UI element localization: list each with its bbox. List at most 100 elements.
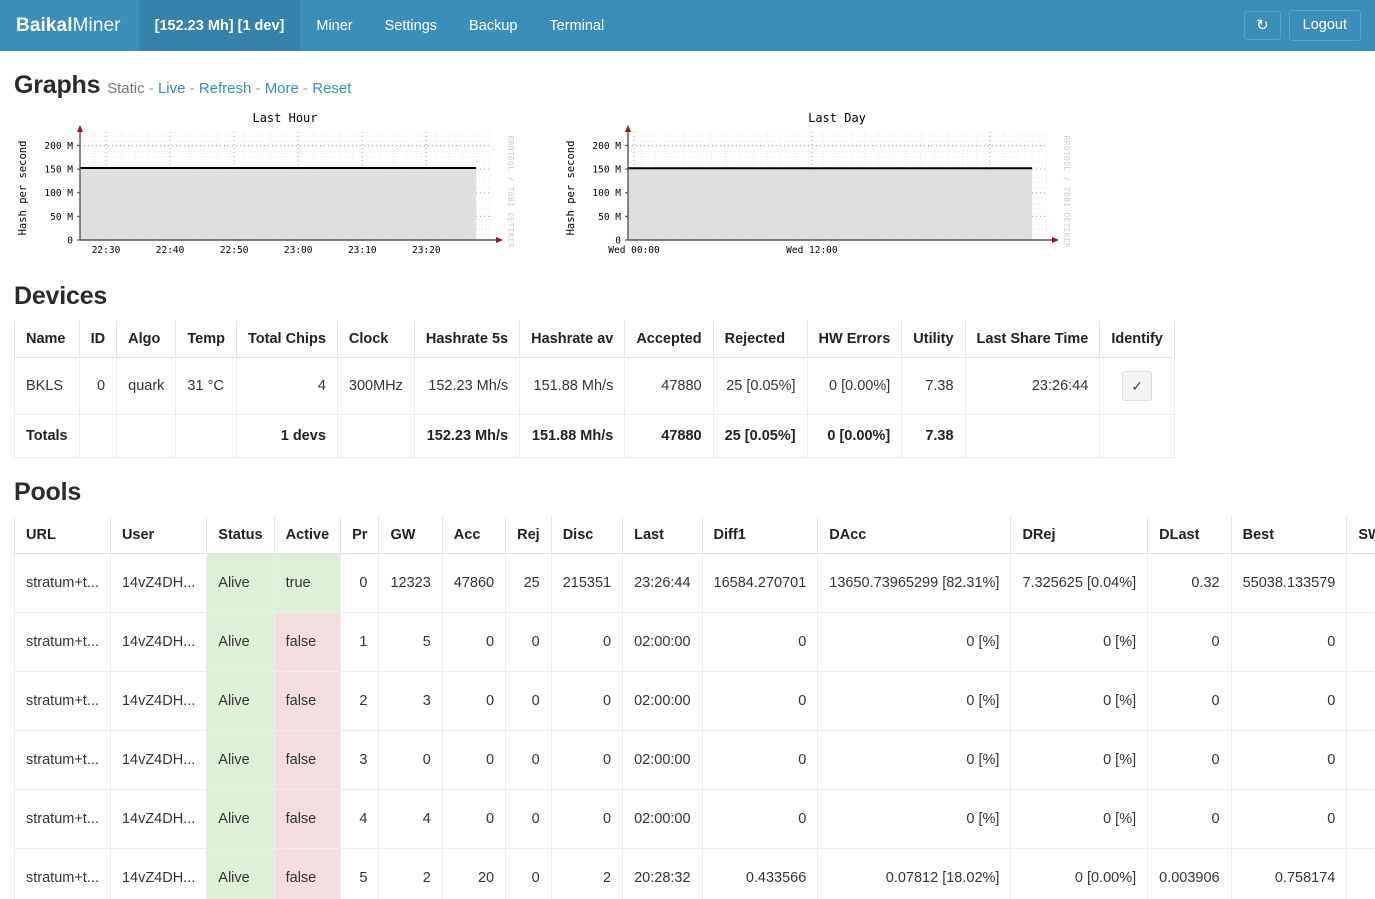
device-last-share-time: 23:26:44 bbox=[964, 357, 1101, 415]
devices-col-accepted: Accepted bbox=[624, 321, 714, 358]
graphs-link-refresh[interactable]: Refresh bbox=[199, 80, 252, 97]
pool-url: stratum+t... bbox=[14, 789, 111, 849]
pools-col-pr: Pr bbox=[340, 517, 380, 554]
nav-item-hashrate[interactable]: [152.23 Mh] [1 dev] bbox=[138, 0, 301, 51]
pools-heading: Pools bbox=[14, 478, 82, 506]
logout-button[interactable]: Logout bbox=[1288, 10, 1361, 41]
svg-text:RRDTOOL / TOBI OETIKER: RRDTOOL / TOBI OETIKER bbox=[506, 136, 514, 249]
pool-disc: 2 bbox=[550, 848, 624, 899]
pools-col-user: User bbox=[109, 517, 208, 554]
pools-table-body: stratum+t... 14vZ4DH... Alive true 0 12323 478… bbox=[14, 553, 1375, 899]
pool-last: 02:00:00 bbox=[622, 730, 703, 790]
svg-text:0: 0 bbox=[67, 236, 73, 247]
refresh-icon[interactable]: ↻ bbox=[1244, 11, 1281, 40]
totals-temp bbox=[175, 414, 238, 458]
graphs-links: Static - Live - Refresh - More - Reset bbox=[107, 80, 351, 97]
pool-url: stratum+t... bbox=[14, 612, 111, 672]
nav-right-actions: ↻ Logout bbox=[1244, 0, 1375, 51]
sep-1: - bbox=[148, 80, 154, 97]
table-row: stratum+t... 14vZ4DH... Alive true 0 12323 478… bbox=[14, 553, 1375, 613]
pools-col-drej: DRej bbox=[1010, 517, 1149, 554]
svg-text:22:30: 22:30 bbox=[92, 245, 121, 256]
devices-col-temp: Temp bbox=[175, 321, 238, 358]
pool-switch-cell: ✓ bbox=[1346, 730, 1375, 790]
pool-active: false bbox=[273, 671, 342, 731]
svg-text:RRDTOOL / TOBI OETIKER: RRDTOOL / TOBI OETIKER bbox=[1062, 136, 1070, 249]
nav-item-settings[interactable]: Settings bbox=[369, 0, 453, 51]
chart-last-hour-svg: Last Hour Hash per second RRDTOOL / TOBI O… bbox=[17, 111, 514, 256]
pool-dacc: 0 [%] bbox=[817, 789, 1012, 849]
totals-hashrate-5s: 152.23 Mh/s bbox=[413, 414, 521, 458]
devices-col-hashrate-5s: Hashrate 5s bbox=[413, 321, 521, 358]
pool-rej: 25 bbox=[505, 553, 552, 613]
nav-item-backup[interactable]: Backup bbox=[453, 0, 533, 51]
graphs-link-reset[interactable]: Reset bbox=[312, 80, 351, 97]
pool-diff1: 0 bbox=[701, 612, 819, 672]
devices-col-utility: Utility bbox=[901, 321, 966, 358]
brand-logo[interactable]: Baikal Miner bbox=[0, 0, 139, 51]
svg-text:50 M: 50 M bbox=[50, 212, 73, 223]
chart-last-day: Last Day Hash per second RRDTOOL / TOBI OE… bbox=[562, 110, 1070, 262]
graphs-link-more[interactable]: More bbox=[265, 80, 299, 97]
sep-3: - bbox=[255, 80, 261, 97]
pools-col-rej: Rej bbox=[505, 517, 552, 554]
svg-text:100 M: 100 M bbox=[44, 188, 73, 199]
pool-acc: 0 bbox=[441, 671, 507, 731]
pool-gw: 4 bbox=[378, 789, 443, 849]
devices-col-algo: Algo bbox=[116, 321, 177, 358]
svg-text:150 M: 150 M bbox=[44, 165, 73, 176]
pools-col-last: Last bbox=[622, 517, 703, 554]
table-row: BKLS 0 quark 31 °C 4 300MHz 152.23 Mh/s … bbox=[14, 357, 1175, 415]
pool-dacc: 13650.73965299 [82.31%] bbox=[817, 553, 1012, 613]
pool-best: 0 bbox=[1230, 730, 1348, 790]
pool-gw: 2 bbox=[378, 848, 443, 899]
svg-text:Hash per second: Hash per second bbox=[17, 141, 29, 236]
pool-acc: 0 bbox=[441, 612, 507, 672]
svg-text:200 M: 200 M bbox=[592, 141, 621, 152]
graphs-link-live[interactable]: Live bbox=[158, 80, 186, 97]
svg-text:23:00: 23:00 bbox=[284, 245, 313, 256]
nav-item-terminal[interactable]: Terminal bbox=[533, 0, 620, 51]
identify-button[interactable]: ✓ bbox=[1122, 371, 1153, 401]
device-hashrate-5s: 152.23 Mh/s bbox=[413, 357, 521, 415]
table-row: stratum+t... 14vZ4DH... Alive false 4 4 0 0 0 02:… bbox=[14, 789, 1375, 849]
pool-switch-cell: ✓ bbox=[1346, 789, 1375, 849]
pools-col-dacc: DAcc bbox=[817, 517, 1012, 554]
graphs-static-label: Static bbox=[107, 80, 145, 97]
pools-col-gw: GW bbox=[378, 517, 443, 554]
pool-pr: 4 bbox=[340, 789, 380, 849]
pool-disc: 0 bbox=[550, 671, 624, 731]
pool-pr: 5 bbox=[340, 848, 380, 899]
pool-diff1: 0.433566 bbox=[701, 848, 819, 899]
svg-text:23:10: 23:10 bbox=[348, 245, 377, 256]
pool-dlast: 0.003906 bbox=[1147, 848, 1232, 899]
svg-text:22:50: 22:50 bbox=[220, 245, 249, 256]
nav-item-miner[interactable]: Miner bbox=[300, 0, 368, 51]
pool-url: stratum+t... bbox=[14, 730, 111, 790]
top-navbar: Baikal Miner [152.23 Mh] [1 dev] Miner Se… bbox=[0, 0, 1375, 51]
brand-light: Miner bbox=[72, 14, 121, 36]
graphs-container: Last Hour Hash per second RRDTOOL / TOBI O… bbox=[14, 110, 1361, 262]
pool-user: 14vZ4DH... bbox=[109, 789, 208, 849]
device-temp: 31 °C bbox=[175, 357, 238, 415]
pool-diff1: 0 bbox=[701, 789, 819, 849]
pools-col-dlast: DLast bbox=[1147, 517, 1232, 554]
pool-active: false bbox=[273, 789, 342, 849]
devices-col-last-share-time: Last Share Time bbox=[964, 321, 1101, 358]
pool-user: 14vZ4DH... bbox=[109, 671, 208, 731]
pool-disc: 215351 bbox=[550, 553, 624, 613]
pool-disc: 0 bbox=[550, 730, 624, 790]
pool-user: 14vZ4DH... bbox=[109, 730, 208, 790]
pool-best: 0.758174 bbox=[1230, 848, 1348, 899]
totals-hw-errors: 0 [0.00%] bbox=[806, 414, 903, 458]
device-identify-cell: ✓ bbox=[1099, 357, 1175, 415]
devices-table: Name ID Algo Temp Total Chips Clock Hash… bbox=[14, 321, 1175, 458]
svg-text:200 M: 200 M bbox=[44, 141, 73, 152]
pool-pr: 2 bbox=[340, 671, 380, 731]
devices-col-id: ID bbox=[78, 321, 118, 358]
pool-drej: 0 [%] bbox=[1010, 730, 1149, 790]
devices-col-name: Name bbox=[14, 321, 80, 358]
pool-gw: 3 bbox=[378, 671, 443, 731]
devices-heading: Devices bbox=[14, 282, 108, 310]
devices-table-head: Name ID Algo Temp Total Chips Clock Hash… bbox=[14, 321, 1175, 358]
